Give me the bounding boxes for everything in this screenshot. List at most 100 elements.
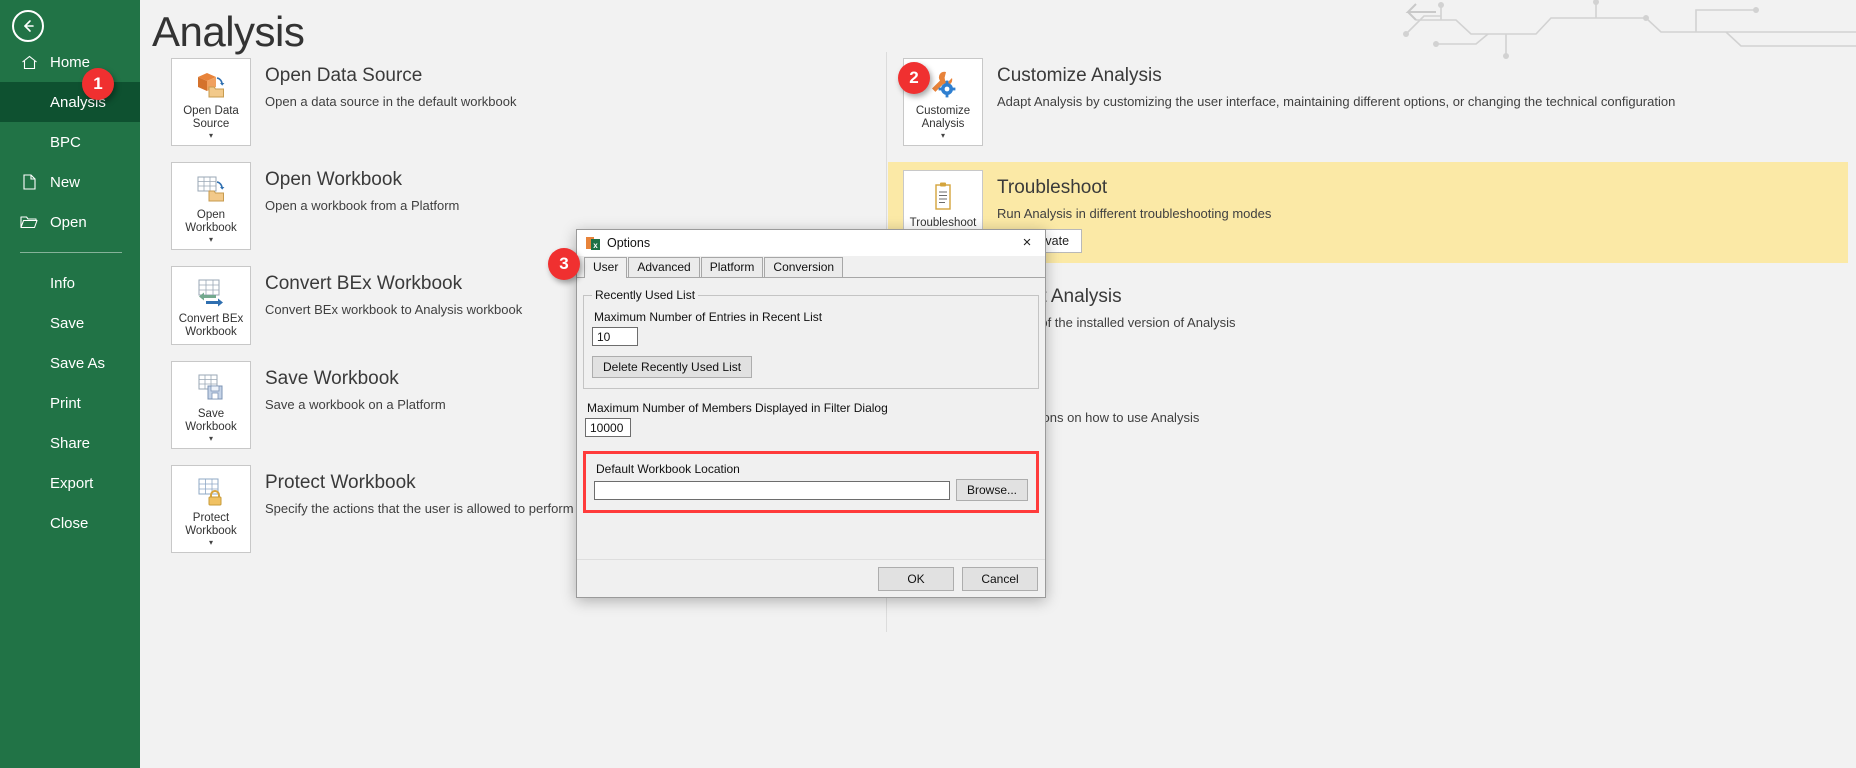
cancel-button[interactable]: Cancel	[962, 566, 1038, 591]
card-title: Save Workbook	[265, 368, 399, 389]
dialog-tab-bar: User Advanced Platform Conversion	[577, 256, 1045, 278]
tile-label: Open Workbook	[185, 209, 237, 234]
max-members-label: Maximum Number of Members Displayed in F…	[587, 401, 888, 415]
tile-label: Protect Workbook	[185, 512, 237, 537]
step-badge-2: 2	[898, 62, 930, 94]
card-text: Customize Analysis Adapt Analysis by cus…	[983, 58, 1675, 110]
max-entries-label: Maximum Number of Entries in Recent List	[594, 310, 823, 324]
sidebar-item-label: Info	[50, 274, 76, 292]
sidebar-divider	[20, 252, 122, 253]
step-badge-3: 3	[548, 248, 580, 280]
card-description: Adapt Analysis by customizing the user i…	[997, 94, 1676, 109]
sidebar-item-open[interactable]: Open	[0, 202, 140, 242]
sidebar-item-save-as[interactable]: Save As	[0, 343, 140, 383]
dialog-body: User Advanced Platform Conversion Recent…	[577, 256, 1045, 597]
max-members-input[interactable]	[585, 418, 631, 437]
group-legend: Recently Used List	[595, 288, 696, 302]
sidebar-item-label: BPC	[50, 133, 81, 151]
sidebar-item-share[interactable]: Share	[0, 423, 140, 463]
tile-label: Customize Analysis	[915, 105, 971, 130]
sidebar-item-export[interactable]: Export	[0, 463, 140, 503]
card-open-data-source: Open Data Source ▾ Open Data Source Open …	[156, 58, 886, 146]
sidebar-item-analysis[interactable]: Analysis	[0, 82, 140, 122]
browse-button[interactable]: Browse...	[955, 479, 1028, 501]
tile-label: Save Workbook	[185, 408, 237, 433]
tab-advanced[interactable]: Advanced	[628, 257, 700, 277]
tile-convert-bex-workbook[interactable]: Convert BEx Workbook	[171, 266, 251, 345]
tile-save-workbook[interactable]: Save Workbook ▾	[171, 361, 251, 449]
grid-save-icon	[194, 370, 228, 404]
tile-open-workbook[interactable]: Open Workbook ▾	[171, 162, 251, 250]
tab-conversion[interactable]: Conversion	[764, 257, 844, 277]
card-description: Run Analysis in different troubleshootin…	[997, 206, 1272, 221]
delete-recently-used-list-button[interactable]: Delete Recently Used List	[592, 356, 753, 378]
tile-label: Open Data Source	[183, 105, 239, 130]
chevron-down-icon: ▾	[208, 434, 213, 443]
dialog-titlebar[interactable]: x Options ×	[577, 230, 1045, 256]
analysis-app-icon: x	[585, 235, 601, 251]
tab-pane-user: Recently Used List Maximum Number of Ent…	[583, 284, 1039, 559]
sidebar-item-label: Save	[50, 314, 85, 332]
chevron-down-icon: ▾	[940, 131, 945, 140]
card-title: Open Workbook	[265, 169, 402, 190]
card-title: Open Data Source	[265, 65, 423, 86]
card-title: Customize Analysis	[997, 65, 1162, 86]
sidebar-item-save[interactable]: Save	[0, 303, 140, 343]
card-title: Troubleshoot	[997, 177, 1108, 198]
default-workbook-location-input[interactable]	[594, 480, 950, 500]
sidebar-item-list: Home Analysis BPC New Open Info Save Sav…	[0, 42, 140, 543]
sidebar-item-print[interactable]: Print	[0, 383, 140, 423]
sidebar-item-label: Home	[50, 53, 91, 71]
card-description: Open a data source in the default workbo…	[265, 94, 517, 109]
dialog-footer: OK Cancel	[577, 559, 1045, 597]
tile-protect-workbook[interactable]: Protect Workbook ▾	[171, 465, 251, 553]
app-root: Home Analysis BPC New Open Info Save Sav…	[0, 0, 1856, 768]
sidebar-item-label: Share	[50, 434, 91, 452]
card-text: Open Workbook Open a workbook from a Pla…	[251, 162, 459, 214]
card-description: Save a workbook on a Platform	[265, 397, 446, 412]
sidebar-item-label: New	[50, 173, 81, 191]
grid-folder-icon	[194, 171, 228, 205]
max-entries-input[interactable]	[592, 327, 638, 346]
sidebar-item-info[interactable]: Info	[0, 263, 140, 303]
options-dialog: x Options × User Advanced Platform Conve…	[576, 229, 1046, 598]
step-badge-1: 1	[82, 68, 114, 100]
sidebar-item-home[interactable]: Home	[0, 42, 140, 82]
home-icon	[18, 52, 40, 72]
page-icon	[18, 172, 40, 192]
card-text: Open Data Source Open a data source in t…	[251, 58, 517, 110]
dialog-title: Options	[607, 235, 651, 250]
sidebar-item-label: Print	[50, 394, 81, 412]
sidebar-item-label: Export	[50, 474, 94, 492]
cube-folder-icon	[194, 67, 228, 101]
chevron-down-icon: ▾	[208, 538, 213, 547]
wrench-gear-icon	[926, 67, 960, 101]
default-workbook-location-label: Default Workbook Location	[596, 462, 740, 476]
ok-button[interactable]: OK	[878, 566, 954, 591]
sidebar-item-new[interactable]: New	[0, 162, 140, 202]
back-button[interactable]	[12, 10, 44, 42]
default-workbook-location-row: Browse...	[594, 479, 1028, 501]
tab-user[interactable]: User	[584, 257, 628, 278]
card-title: Protect Workbook	[265, 472, 416, 493]
recently-used-list-group: Recently Used List Maximum Number of Ent…	[583, 288, 1039, 389]
card-description: Specify the actions that the user is all…	[265, 501, 574, 516]
folder-icon	[18, 212, 40, 232]
chevron-down-icon: ▾	[208, 131, 213, 140]
tile-label: Convert BEx Workbook	[178, 313, 244, 338]
sidebar-item-bpc[interactable]: BPC	[0, 122, 140, 162]
close-icon[interactable]: ×	[1013, 232, 1041, 254]
sidebar-item-label: Close	[50, 514, 89, 532]
max-members-field: Maximum Number of Members Displayed in F…	[585, 401, 1039, 437]
card-text: Protect Workbook Specify the actions tha…	[251, 465, 574, 517]
card-description: Open a workbook from a Platform	[265, 198, 460, 213]
default-workbook-location-highlight: Default Workbook Location Browse...	[583, 451, 1039, 513]
grid-lock-icon	[194, 474, 228, 508]
sidebar-item-close[interactable]: Close	[0, 503, 140, 543]
sidebar-item-label: Open	[50, 213, 87, 231]
svg-text:x: x	[593, 241, 598, 250]
tile-open-data-source[interactable]: Open Data Source ▾	[171, 58, 251, 146]
card-text: Save Workbook Save a workbook on a Platf…	[251, 361, 446, 413]
clipboard-icon	[926, 179, 960, 213]
tab-platform[interactable]: Platform	[700, 257, 764, 277]
